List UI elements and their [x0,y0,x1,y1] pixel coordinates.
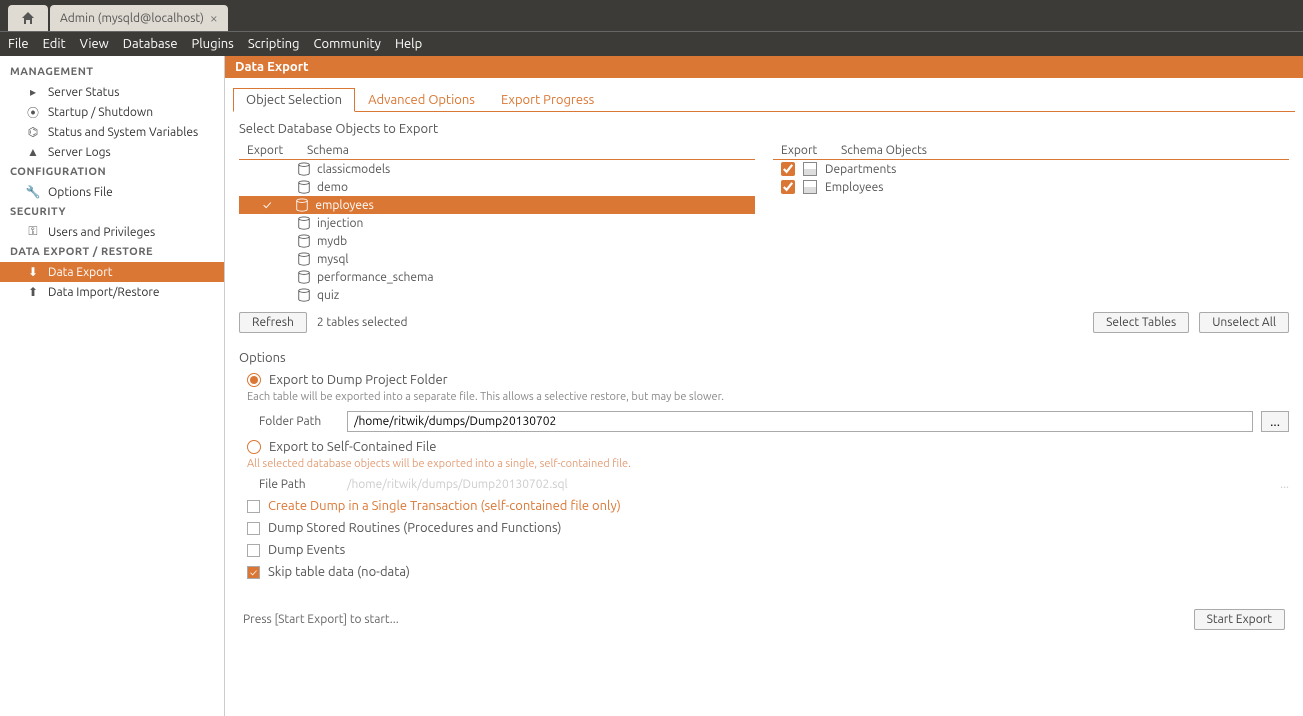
schema-header-schema: Schema [307,144,747,157]
schema-row[interactable]: ✓employees [239,196,755,214]
opt-dump-folder-desc: Each table will be exported into a separ… [239,391,1289,403]
menu-help[interactable]: Help [395,37,422,51]
menubar: File Edit View Database Plugins Scriptin… [0,32,1303,56]
database-icon [297,180,311,194]
section-management: MANAGEMENT [0,62,224,82]
play-icon: ▸ [26,85,40,99]
database-icon [297,234,311,248]
menu-view[interactable]: View [80,37,109,51]
tabstrip: Object Selection Advanced Options Export… [233,88,1295,112]
radio-dump-folder[interactable] [247,373,261,387]
options-title: Options [239,351,1289,365]
sidebar-item-server-logs[interactable]: ▲Server Logs [0,142,224,162]
object-row[interactable]: Departments [773,160,1289,178]
opt-self-contained-label: Export to Self-Contained File [269,440,436,454]
section-security: SECURITY [0,202,224,222]
table-icon [803,162,817,176]
object-checkbox[interactable] [781,180,795,194]
wrench-icon: 🔧 [26,185,40,199]
home-tab[interactable] [8,5,48,31]
warning-icon: ▲ [26,145,40,159]
check-dump-events[interactable] [247,544,260,557]
tab-object-selection[interactable]: Object Selection [233,88,355,112]
refresh-button[interactable]: Refresh [239,312,307,333]
home-icon [20,10,36,26]
schema-row[interactable]: injection [239,214,755,232]
folder-path-input[interactable] [347,411,1253,432]
sidebar-item-options-file[interactable]: 🔧Options File [0,182,224,202]
admin-tab-label: Admin (mysqld@localhost) [60,12,204,25]
menu-database[interactable]: Database [123,37,178,51]
close-icon[interactable]: × [210,10,218,26]
unselect-all-button[interactable]: Unselect All [1199,312,1289,333]
selected-count-label: 2 tables selected [317,316,408,329]
object-header-schema: Schema Objects [841,144,1281,157]
menu-edit[interactable]: Edit [43,37,66,51]
browse-folder-button[interactable]: ... [1261,411,1289,432]
instruction-label: Select Database Objects to Export [239,122,1289,136]
import-icon: ⬆ [26,285,40,299]
start-export-button[interactable]: Start Export [1194,609,1285,630]
radio-self-contained[interactable] [247,440,261,454]
schema-row[interactable]: mysql [239,250,755,268]
sidebar-item-data-import[interactable]: ⬆Data Import/Restore [0,282,224,302]
sidebar: MANAGEMENT ▸Server Status ⦿Startup / Shu… [0,56,225,716]
sidebar-item-data-export[interactable]: ⬇Data Export [0,262,224,282]
schema-row[interactable]: mydb [239,232,755,250]
schema-row[interactable]: performance_schema [239,268,755,286]
database-icon [297,270,311,284]
object-header-export: Export [781,144,841,157]
menu-file[interactable]: File [8,37,29,51]
opt-self-contained-desc: All selected database objects will be ex… [239,458,1289,470]
object-checkbox[interactable] [781,162,795,176]
window-tabbar: Admin (mysqld@localhost) × [0,0,1303,32]
schema-row[interactable]: quiz [239,286,755,304]
sidebar-item-startup-shutdown[interactable]: ⦿Startup / Shutdown [0,102,224,122]
power-icon: ⦿ [26,105,40,119]
database-icon [297,252,311,266]
section-configuration: CONFIGURATION [0,162,224,182]
database-icon [297,288,311,302]
menu-plugins[interactable]: Plugins [192,37,234,51]
select-tables-button[interactable]: Select Tables [1093,312,1189,333]
file-path-value: /home/ritwik/dumps/Dump20130702.sql [347,478,568,491]
check-skip-table-data[interactable] [247,566,260,579]
database-icon [295,198,309,212]
footer-hint: Press [Start Export] to start... [243,613,399,626]
menu-community[interactable]: Community [314,37,381,51]
tab-advanced-options[interactable]: Advanced Options [355,88,488,111]
tab-export-progress[interactable]: Export Progress [488,88,607,111]
schema-row[interactable]: demo [239,178,755,196]
schema-header-export: Export [247,144,307,157]
database-icon [297,216,311,230]
object-list: Export Schema Objects DepartmentsEmploye… [773,142,1289,304]
section-data-export-restore: DATA EXPORT / RESTORE [0,242,224,262]
database-icon [297,162,311,176]
sidebar-item-status-variables[interactable]: ⌬Status and System Variables [0,122,224,142]
schema-row[interactable]: classicmodels [239,160,755,178]
browse-file-button: ... [1280,478,1289,491]
gauge-icon: ⌬ [26,125,40,139]
schema-list: Export Schema classicmodelsdemo✓employee… [239,142,755,304]
file-path-label: File Path [259,478,339,491]
table-icon [803,180,817,194]
check-single-transaction-label: Create Dump in a Single Transaction (sel… [268,499,621,513]
key-icon: ⚿ [26,225,40,239]
opt-dump-folder-label: Export to Dump Project Folder [269,373,448,387]
export-icon: ⬇ [26,265,40,279]
page-title: Data Export [225,56,1303,78]
check-stored-routines-label: Dump Stored Routines (Procedures and Fun… [268,521,562,535]
check-single-transaction [247,500,260,513]
menu-scripting[interactable]: Scripting [248,37,300,51]
check-dump-events-label: Dump Events [268,543,345,557]
sidebar-item-server-status[interactable]: ▸Server Status [0,82,224,102]
main-panel: Data Export Object Selection Advanced Op… [225,56,1303,716]
sidebar-item-users-privileges[interactable]: ⚿Users and Privileges [0,222,224,242]
check-stored-routines[interactable] [247,522,260,535]
object-row[interactable]: Employees [773,178,1289,196]
folder-path-label: Folder Path [259,415,339,428]
admin-tab[interactable]: Admin (mysqld@localhost) × [50,5,228,31]
check-skip-table-data-label: Skip table data (no-data) [268,565,410,579]
